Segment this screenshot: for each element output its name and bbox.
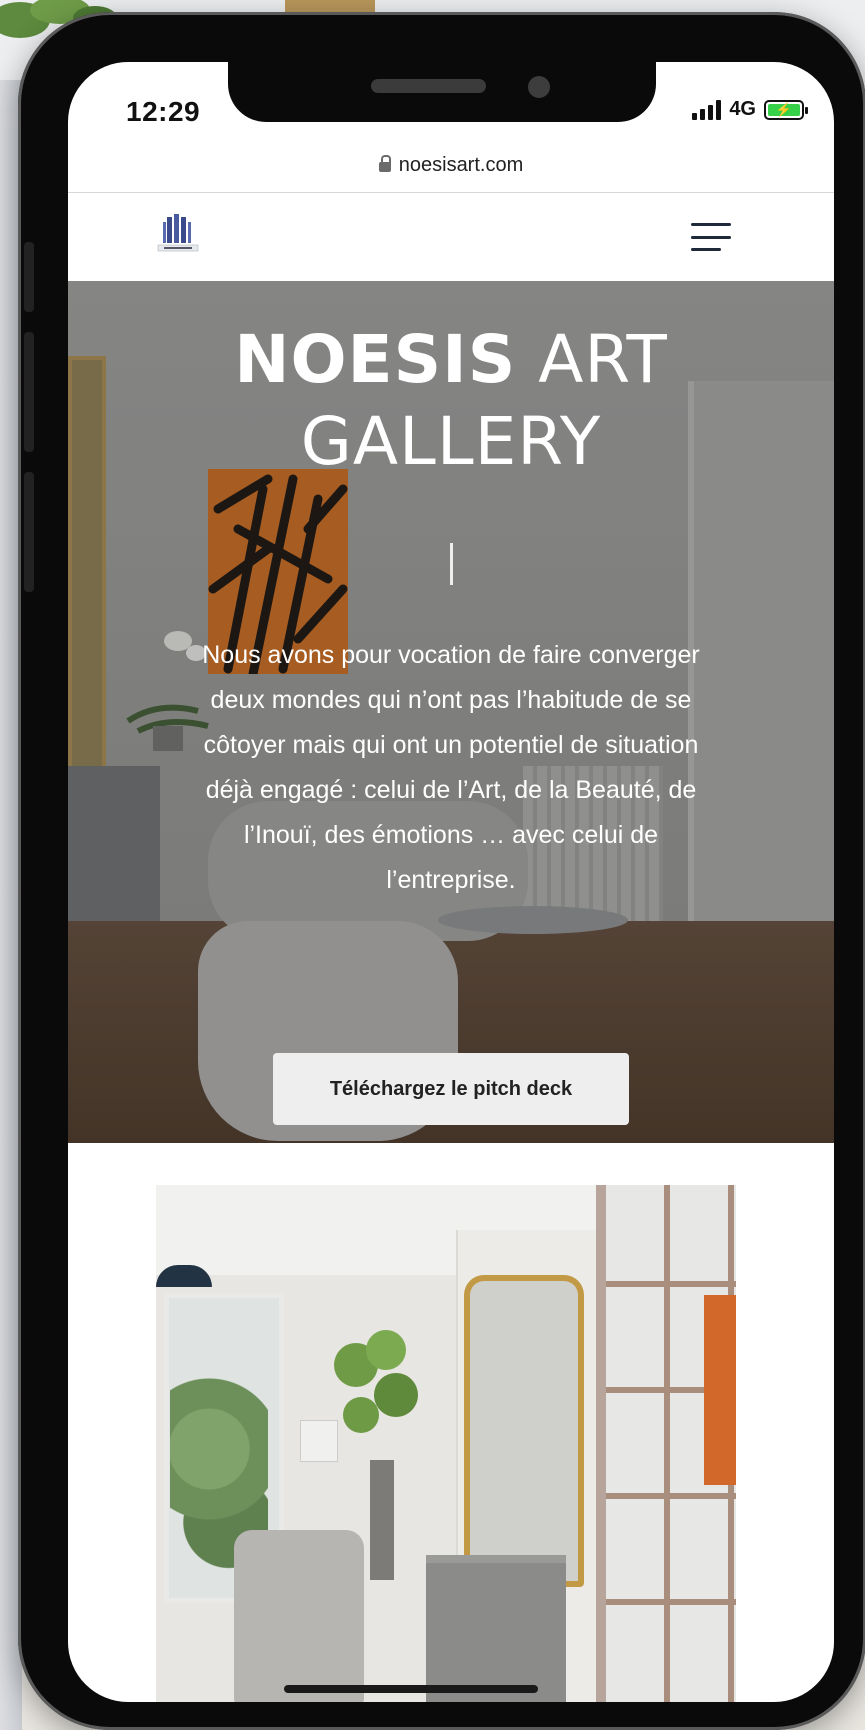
hero-divider bbox=[450, 543, 453, 585]
url-text: noesisart.com bbox=[398, 153, 524, 176]
notch bbox=[228, 62, 656, 122]
hero-section: NOESIS ART GALLERY Nous avons pour vocat… bbox=[68, 281, 834, 1143]
volume-down-button bbox=[24, 472, 34, 592]
phone-screen: 12:29 4G ⚡ noesisart.com NOESIS ART GALL… bbox=[68, 62, 834, 1702]
hero-title-light: ART bbox=[516, 321, 668, 398]
camera bbox=[528, 76, 550, 98]
speaker bbox=[371, 79, 486, 93]
battery-charging-icon: ⚡ bbox=[764, 99, 808, 120]
noesis-logo[interactable] bbox=[154, 213, 202, 257]
status-time: 12:29 bbox=[126, 96, 201, 127]
gallery-interior-photo bbox=[156, 1185, 736, 1702]
status-icons: 4G ⚡ bbox=[692, 98, 808, 121]
network-type: 4G bbox=[729, 98, 756, 120]
volume-up-button bbox=[24, 332, 34, 452]
hero-title: NOESIS ART GALLERY bbox=[68, 319, 834, 483]
hero-description: Nous avons pour vocation de faire conver… bbox=[202, 641, 700, 894]
hero-title-bold: NOESIS bbox=[234, 321, 517, 398]
background-frame bbox=[285, 0, 375, 12]
phone-frame: 12:29 4G ⚡ noesisart.com NOESIS ART GALL… bbox=[18, 12, 865, 1730]
hamburger-menu-icon[interactable] bbox=[691, 223, 731, 251]
home-indicator[interactable] bbox=[284, 1685, 538, 1693]
hero-title-line2: GALLERY bbox=[300, 403, 602, 480]
site-header bbox=[68, 193, 834, 281]
signal-bars-icon bbox=[692, 99, 722, 120]
download-pitch-deck-button[interactable]: Téléchargez le pitch deck bbox=[273, 1053, 629, 1125]
lock-icon bbox=[378, 155, 391, 172]
side-button bbox=[24, 242, 34, 312]
address-bar[interactable]: noesisart.com bbox=[68, 138, 834, 193]
